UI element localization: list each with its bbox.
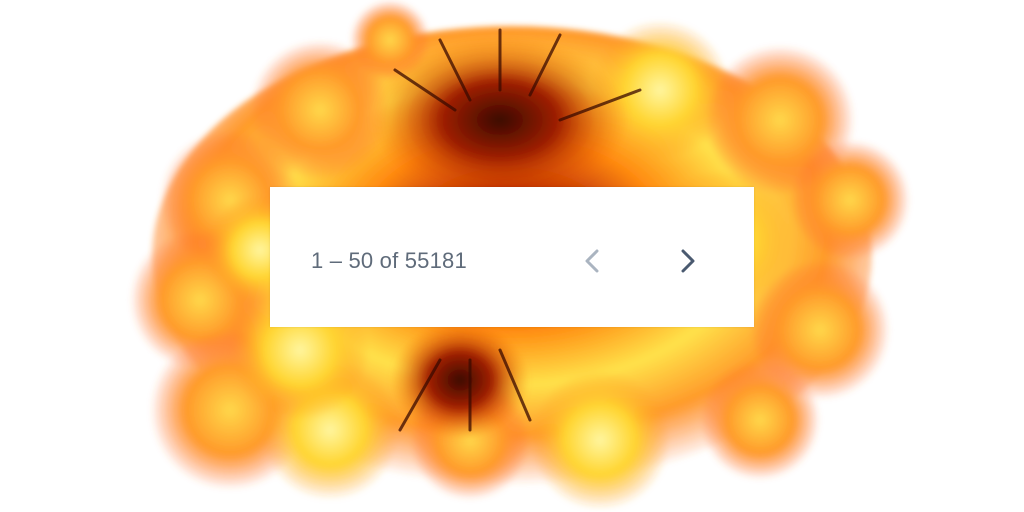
previous-page-button[interactable]	[572, 241, 612, 281]
stage: 1 – 50 of 55181	[0, 0, 1024, 512]
pagination-range-label: 1 – 50 of 55181	[311, 248, 467, 273]
chevron-left-icon	[585, 249, 599, 273]
next-page-button[interactable]	[668, 241, 708, 281]
pagination-bar: 1 – 50 of 55181	[270, 187, 754, 327]
chevron-right-icon	[681, 249, 695, 273]
